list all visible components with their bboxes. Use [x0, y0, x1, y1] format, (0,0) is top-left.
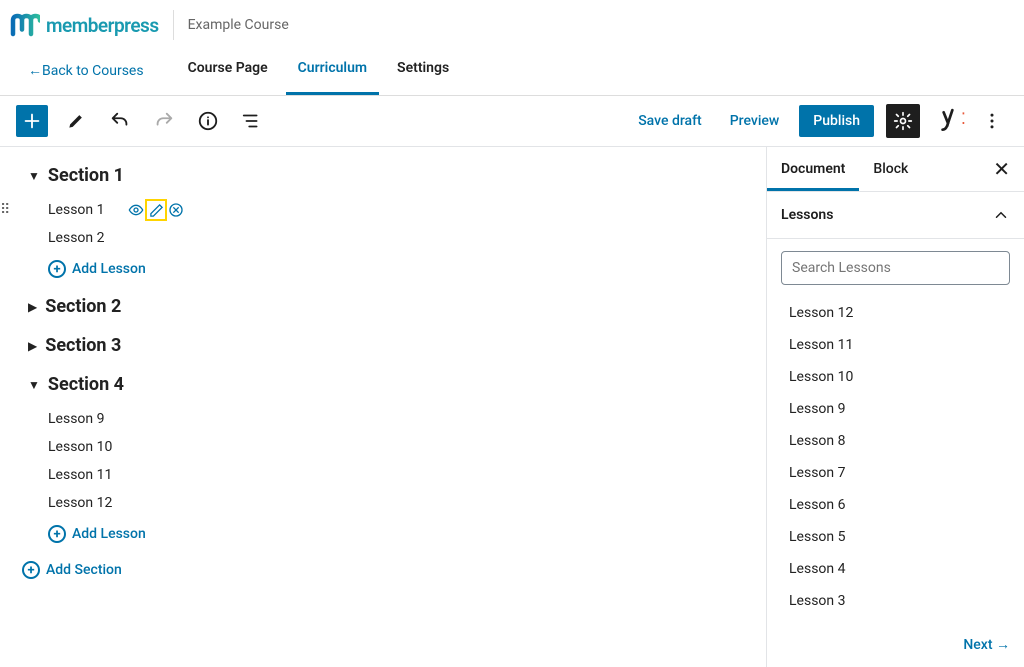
add-lesson-button[interactable]: + Add Lesson: [48, 525, 738, 543]
redo-icon[interactable]: [148, 105, 180, 137]
close-sidebar-icon[interactable]: ✕: [979, 157, 1024, 181]
plus-circle-icon: +: [22, 561, 40, 579]
next-page-link[interactable]: Next →: [767, 630, 1024, 667]
caret-right-icon: ▶: [28, 339, 37, 353]
lesson-result[interactable]: Lesson 5: [781, 521, 1010, 553]
back-to-courses-link[interactable]: ←Back to Courses: [10, 48, 162, 93]
section-header[interactable]: ▼ Section 1: [28, 165, 738, 186]
edit-mode-icon[interactable]: [60, 105, 92, 137]
section-title: Section 4: [48, 374, 124, 395]
outline-icon[interactable]: [236, 105, 268, 137]
lesson-result[interactable]: Lesson 7: [781, 457, 1010, 489]
add-lesson-button[interactable]: + Add Lesson: [48, 260, 738, 278]
add-block-button[interactable]: [16, 105, 48, 137]
tab-curriculum[interactable]: Curriculum: [286, 46, 379, 95]
lesson-result[interactable]: Lesson 11: [781, 329, 1010, 361]
info-icon[interactable]: [192, 105, 224, 137]
lesson-item[interactable]: Lesson 2: [48, 230, 120, 246]
brand-name: memberpress: [46, 14, 159, 37]
lesson-result[interactable]: Lesson 10: [781, 361, 1010, 393]
lesson-item[interactable]: Lesson 10: [48, 439, 120, 455]
lesson-item[interactable]: Lesson 11: [48, 467, 120, 483]
plus-circle-icon: +: [48, 525, 66, 543]
lesson-result[interactable]: Lesson 9: [781, 393, 1010, 425]
drag-handle-icon[interactable]: ⠿: [0, 202, 10, 218]
lesson-result[interactable]: Lesson 8: [781, 425, 1010, 457]
section-title: Section 3: [45, 335, 121, 356]
tab-settings[interactable]: Settings: [385, 46, 461, 95]
add-section-button[interactable]: + Add Section: [22, 561, 738, 579]
caret-down-icon: ▼: [28, 169, 40, 183]
caret-right-icon: ▶: [28, 300, 37, 314]
lesson-result[interactable]: Lesson 6: [781, 489, 1010, 521]
memberpress-logo-icon: [10, 10, 40, 40]
plus-circle-icon: +: [48, 260, 66, 278]
caret-down-icon: ▼: [28, 378, 40, 392]
view-lesson-icon[interactable]: [128, 202, 144, 218]
lesson-result[interactable]: Lesson 12: [781, 297, 1010, 329]
publish-button[interactable]: Publish: [799, 105, 874, 137]
preview-button[interactable]: Preview: [722, 107, 788, 135]
search-lessons-input[interactable]: [781, 251, 1010, 285]
breadcrumb-title: Example Course: [188, 17, 289, 33]
more-options-icon[interactable]: [976, 105, 1008, 137]
tab-course-page[interactable]: Course Page: [176, 46, 280, 95]
lessons-panel-header[interactable]: Lessons: [767, 192, 1024, 239]
section-title: Section 1: [48, 165, 124, 186]
section-header[interactable]: ▼ Section 4: [28, 374, 738, 395]
lesson-item[interactable]: Lesson 12: [48, 495, 120, 511]
section-header[interactable]: ▶ Section 3: [28, 335, 738, 356]
edit-lesson-icon[interactable]: [148, 202, 164, 218]
sidebar-tab-document[interactable]: Document: [767, 147, 859, 191]
save-draft-button[interactable]: Save draft: [630, 107, 710, 135]
remove-lesson-icon[interactable]: [168, 202, 184, 218]
section-header[interactable]: ▶ Section 2: [28, 296, 738, 317]
lessons-panel-title: Lessons: [781, 207, 833, 223]
sidebar-tab-block[interactable]: Block: [859, 147, 922, 191]
settings-gear-button[interactable]: [886, 104, 920, 138]
chevron-up-icon: [992, 206, 1010, 224]
section-title: Section 2: [45, 296, 121, 317]
lesson-result[interactable]: Lesson 4: [781, 553, 1010, 585]
lesson-item[interactable]: Lesson 9: [48, 411, 120, 427]
lesson-item[interactable]: Lesson 1: [48, 202, 120, 218]
lesson-result[interactable]: Lesson 3: [781, 585, 1010, 617]
brand-logo: memberpress: [10, 10, 174, 40]
undo-icon[interactable]: [104, 105, 136, 137]
yoast-icon[interactable]: ⁚: [932, 105, 964, 137]
